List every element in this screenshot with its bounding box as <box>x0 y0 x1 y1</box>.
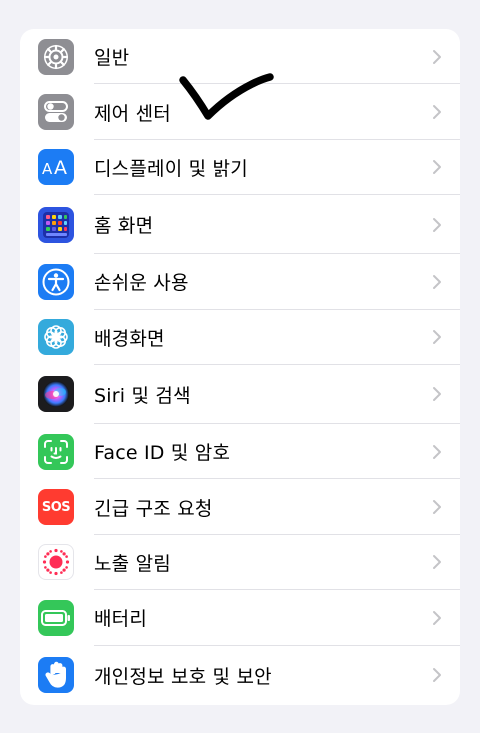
chevron-right-icon <box>433 610 441 625</box>
chevron-right-icon <box>433 387 441 402</box>
settings-item-label: Face ID 및 암호 <box>94 442 231 465</box>
chevron-right-icon <box>433 105 441 120</box>
chevron-right-icon <box>433 49 441 64</box>
sos-icon: SOS <box>38 489 74 526</box>
settings-item-home-screen[interactable]: 홈 화면 <box>20 195 460 255</box>
battery-icon <box>38 599 74 636</box>
settings-item-label: 노출 알림 <box>94 552 171 575</box>
settings-item-control-center[interactable]: 제어 센터 <box>20 84 460 140</box>
settings-item-label: 긴급 구조 요청 <box>94 497 213 520</box>
settings-item-label: 배경화면 <box>94 327 165 350</box>
settings-list: 일반 제어 센터 A A 디스플레이 및 밝기 홈 화면 손쉬운 사용 배경화면… <box>20 29 460 705</box>
settings-item-label: 배터리 <box>94 608 148 631</box>
settings-item-label: 개인정보 보호 및 보안 <box>94 665 272 688</box>
settings-item-siri-search[interactable]: Siri 및 검색 <box>20 365 460 424</box>
face-id-icon <box>38 433 74 470</box>
gear-icon <box>38 38 74 75</box>
accessibility-icon <box>38 263 74 300</box>
chevron-right-icon <box>433 555 441 570</box>
sos-icon-text: SOS <box>41 499 71 515</box>
settings-item-privacy-security[interactable]: 개인정보 보호 및 보안 <box>20 646 460 705</box>
settings-item-exposure-notifications[interactable]: 노출 알림 <box>20 535 460 591</box>
chevron-right-icon <box>433 668 441 683</box>
settings-item-label: 홈 화면 <box>94 215 154 238</box>
settings-item-label: 제어 센터 <box>94 102 171 125</box>
hand-icon <box>38 657 74 694</box>
chevron-right-icon <box>433 500 441 515</box>
settings-item-label: 디스플레이 및 밝기 <box>94 157 248 180</box>
flower-icon <box>38 319 74 356</box>
settings-item-label: 손쉬운 사용 <box>94 272 189 295</box>
svg-text:A: A <box>54 157 67 177</box>
settings-item-battery[interactable]: 배터리 <box>20 590 460 646</box>
svg-text:A: A <box>42 160 53 177</box>
settings-item-accessibility[interactable]: 손쉬운 사용 <box>20 254 460 310</box>
exposure-icon <box>38 544 74 581</box>
siri-icon <box>38 376 74 413</box>
chevron-right-icon <box>433 160 441 175</box>
settings-item-wallpaper[interactable]: 배경화면 <box>20 310 460 365</box>
chevron-right-icon <box>433 330 441 345</box>
settings-item-label: Siri 및 검색 <box>94 384 191 407</box>
settings-item-emergency-sos[interactable]: SOS 긴급 구조 요청 <box>20 479 460 535</box>
chevron-right-icon <box>433 217 441 232</box>
settings-item-display-brightness[interactable]: A A 디스플레이 및 밝기 <box>20 140 460 196</box>
toggles-icon <box>38 94 74 131</box>
settings-item-label: 일반 <box>94 47 130 70</box>
text-size-icon: A A <box>38 149 74 186</box>
app-grid-icon <box>38 206 74 243</box>
chevron-right-icon <box>433 274 441 289</box>
chevron-right-icon <box>433 444 441 459</box>
settings-item-general[interactable]: 일반 <box>20 29 460 85</box>
settings-item-face-id-passcode[interactable]: Face ID 및 암호 <box>20 424 460 480</box>
